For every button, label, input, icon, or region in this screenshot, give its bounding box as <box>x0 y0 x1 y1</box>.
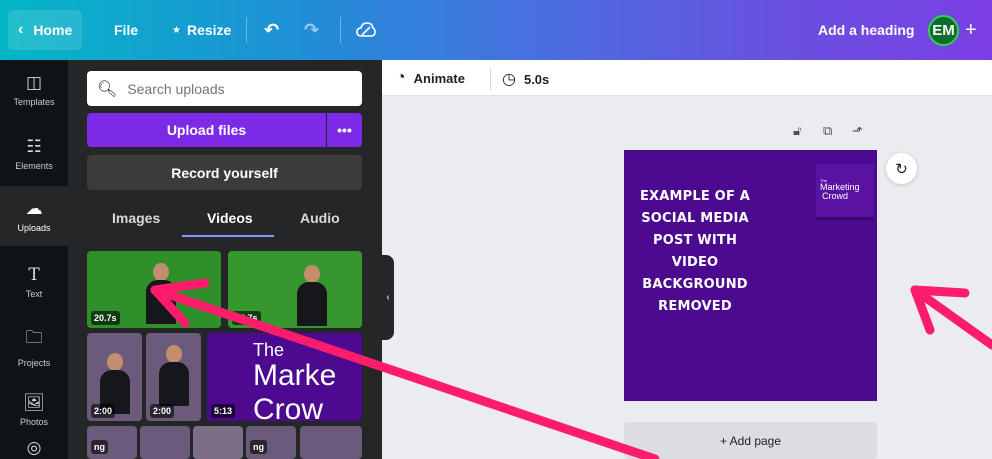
video-thumbnail[interactable] <box>300 426 362 459</box>
animate-button[interactable]: ◔ Animate <box>396 69 465 87</box>
video-thumbnail[interactable] <box>140 426 190 459</box>
rail-label: Text <box>25 289 43 299</box>
video-duration: 2:00 <box>91 404 116 418</box>
rail-item-photos[interactable]: 🖼 Photos <box>0 380 68 440</box>
rail-label: Uploads <box>17 223 51 233</box>
refresh-design-icon[interactable]: ↻ <box>886 153 917 184</box>
folder-icon: 🗀 <box>25 327 43 347</box>
brand-logo[interactable]: The Marketing Crowd <box>816 164 874 220</box>
divider <box>246 17 247 43</box>
divider <box>490 68 491 90</box>
search-icon: 🔍︎ <box>97 80 118 98</box>
tab-audio[interactable]: Audio <box>300 210 340 226</box>
rail-label: Templates <box>13 97 55 107</box>
chevron-left-icon: ‹ <box>18 21 24 38</box>
upload-more-button[interactable]: ••• <box>327 113 362 147</box>
templates-icon: ◫ <box>25 73 43 92</box>
search-box[interactable]: 🔍︎ <box>87 71 362 106</box>
tab-videos[interactable]: Videos <box>207 210 253 226</box>
rail-label: Elements <box>15 161 53 171</box>
video-thumbnail[interactable]: 24.7s <box>228 251 362 328</box>
elements-icon: ☷ <box>26 137 42 156</box>
video-thumbnail[interactable]: 20.7s <box>87 251 221 328</box>
uploads-panel: 🔍︎ Upload files ••• Record yourself Imag… <box>68 60 382 459</box>
more-icon: ◎ <box>26 438 42 457</box>
file-menu[interactable]: File <box>114 0 138 60</box>
search-input[interactable] <box>127 80 348 97</box>
video-duration: 24.7s <box>232 311 261 325</box>
left-rail: ◫ Templates ☷ Elements ☁ Uploads T Text … <box>0 60 68 459</box>
rail-item-projects[interactable]: 🗀 Projects <box>0 316 68 376</box>
redo-icon[interactable]: ↷ <box>304 0 319 60</box>
top-bar: ‹ Home File ★ Resize ↶ ↷ Add a heading E… <box>0 0 992 60</box>
add-page-icon[interactable]: ⬏ <box>852 123 863 139</box>
cloud-upload-icon: ☁ <box>25 199 43 218</box>
rail-item-more[interactable]: ◎ <box>0 438 68 459</box>
add-page-button[interactable]: + Add page <box>624 422 877 459</box>
duplicate-icon[interactable]: ⧉ <box>823 123 832 139</box>
animate-label: Animate <box>413 70 465 86</box>
rail-item-elements[interactable]: ☷ Elements <box>0 124 68 184</box>
video-thumbnail[interactable]: 2:00 <box>146 333 201 421</box>
resize-label: Resize <box>186 22 232 38</box>
home-label: Home <box>33 22 73 38</box>
rail-item-templates[interactable]: ◫ Templates <box>0 60 68 120</box>
video-thumbnail[interactable] <box>193 426 243 459</box>
duration-label: 5.0s <box>523 71 550 87</box>
cloud-saved-icon[interactable] <box>356 0 376 60</box>
rail-item-text[interactable]: T Text <box>0 252 68 312</box>
video-duration: 2:00 <box>150 404 175 418</box>
resize-icon: ★ <box>172 24 181 36</box>
video-thumbnail[interactable]: ng <box>87 426 137 459</box>
animate-icon: ◔ <box>396 69 406 86</box>
editor-toolbar: ◔ Animate ◷ 5.0s <box>382 60 992 96</box>
active-tab-indicator <box>182 235 274 237</box>
tab-images[interactable]: Images <box>112 210 160 226</box>
text-icon: T <box>28 265 40 285</box>
chevron-left-icon: ‹ <box>386 292 390 303</box>
design-title[interactable]: Add a heading <box>818 0 914 60</box>
rail-label: Photos <box>19 417 49 427</box>
collapse-panel-button[interactable]: ‹ <box>382 255 394 340</box>
lock-icon[interactable]: 🔓︎ <box>793 123 801 139</box>
duration-button[interactable]: ◷ 5.0s <box>502 69 549 89</box>
upload-files-button[interactable]: Upload files <box>87 113 326 147</box>
rail-label: Projects <box>17 357 51 368</box>
resize-button[interactable]: ★ Resize <box>172 0 231 60</box>
design-text[interactable]: EXAMPLE OF A SOCIAL MEDIA POST WITH VIDE… <box>630 186 760 318</box>
share-plus-icon[interactable]: + <box>965 0 977 60</box>
divider <box>340 17 341 43</box>
design-page[interactable]: EXAMPLE OF A SOCIAL MEDIA POST WITH VIDE… <box>624 150 877 401</box>
video-duration: 20.7s <box>91 311 120 325</box>
clock-icon: ◷ <box>502 71 516 88</box>
home-button[interactable]: ‹ Home <box>8 10 83 50</box>
video-thumbnail[interactable]: ng <box>246 426 296 459</box>
video-duration: 5:13 <box>211 404 236 418</box>
video-thumbnail[interactable]: The Marke Crow 5:13 <box>207 333 362 421</box>
photo-icon: 🖼 <box>23 393 45 412</box>
undo-icon[interactable]: ↶ <box>264 0 279 60</box>
record-yourself-button[interactable]: Record yourself <box>87 155 362 190</box>
avatar[interactable]: EM <box>928 15 959 46</box>
video-thumbnail[interactable]: 2:00 <box>87 333 142 421</box>
rail-item-uploads[interactable]: ☁ Uploads <box>0 186 68 246</box>
